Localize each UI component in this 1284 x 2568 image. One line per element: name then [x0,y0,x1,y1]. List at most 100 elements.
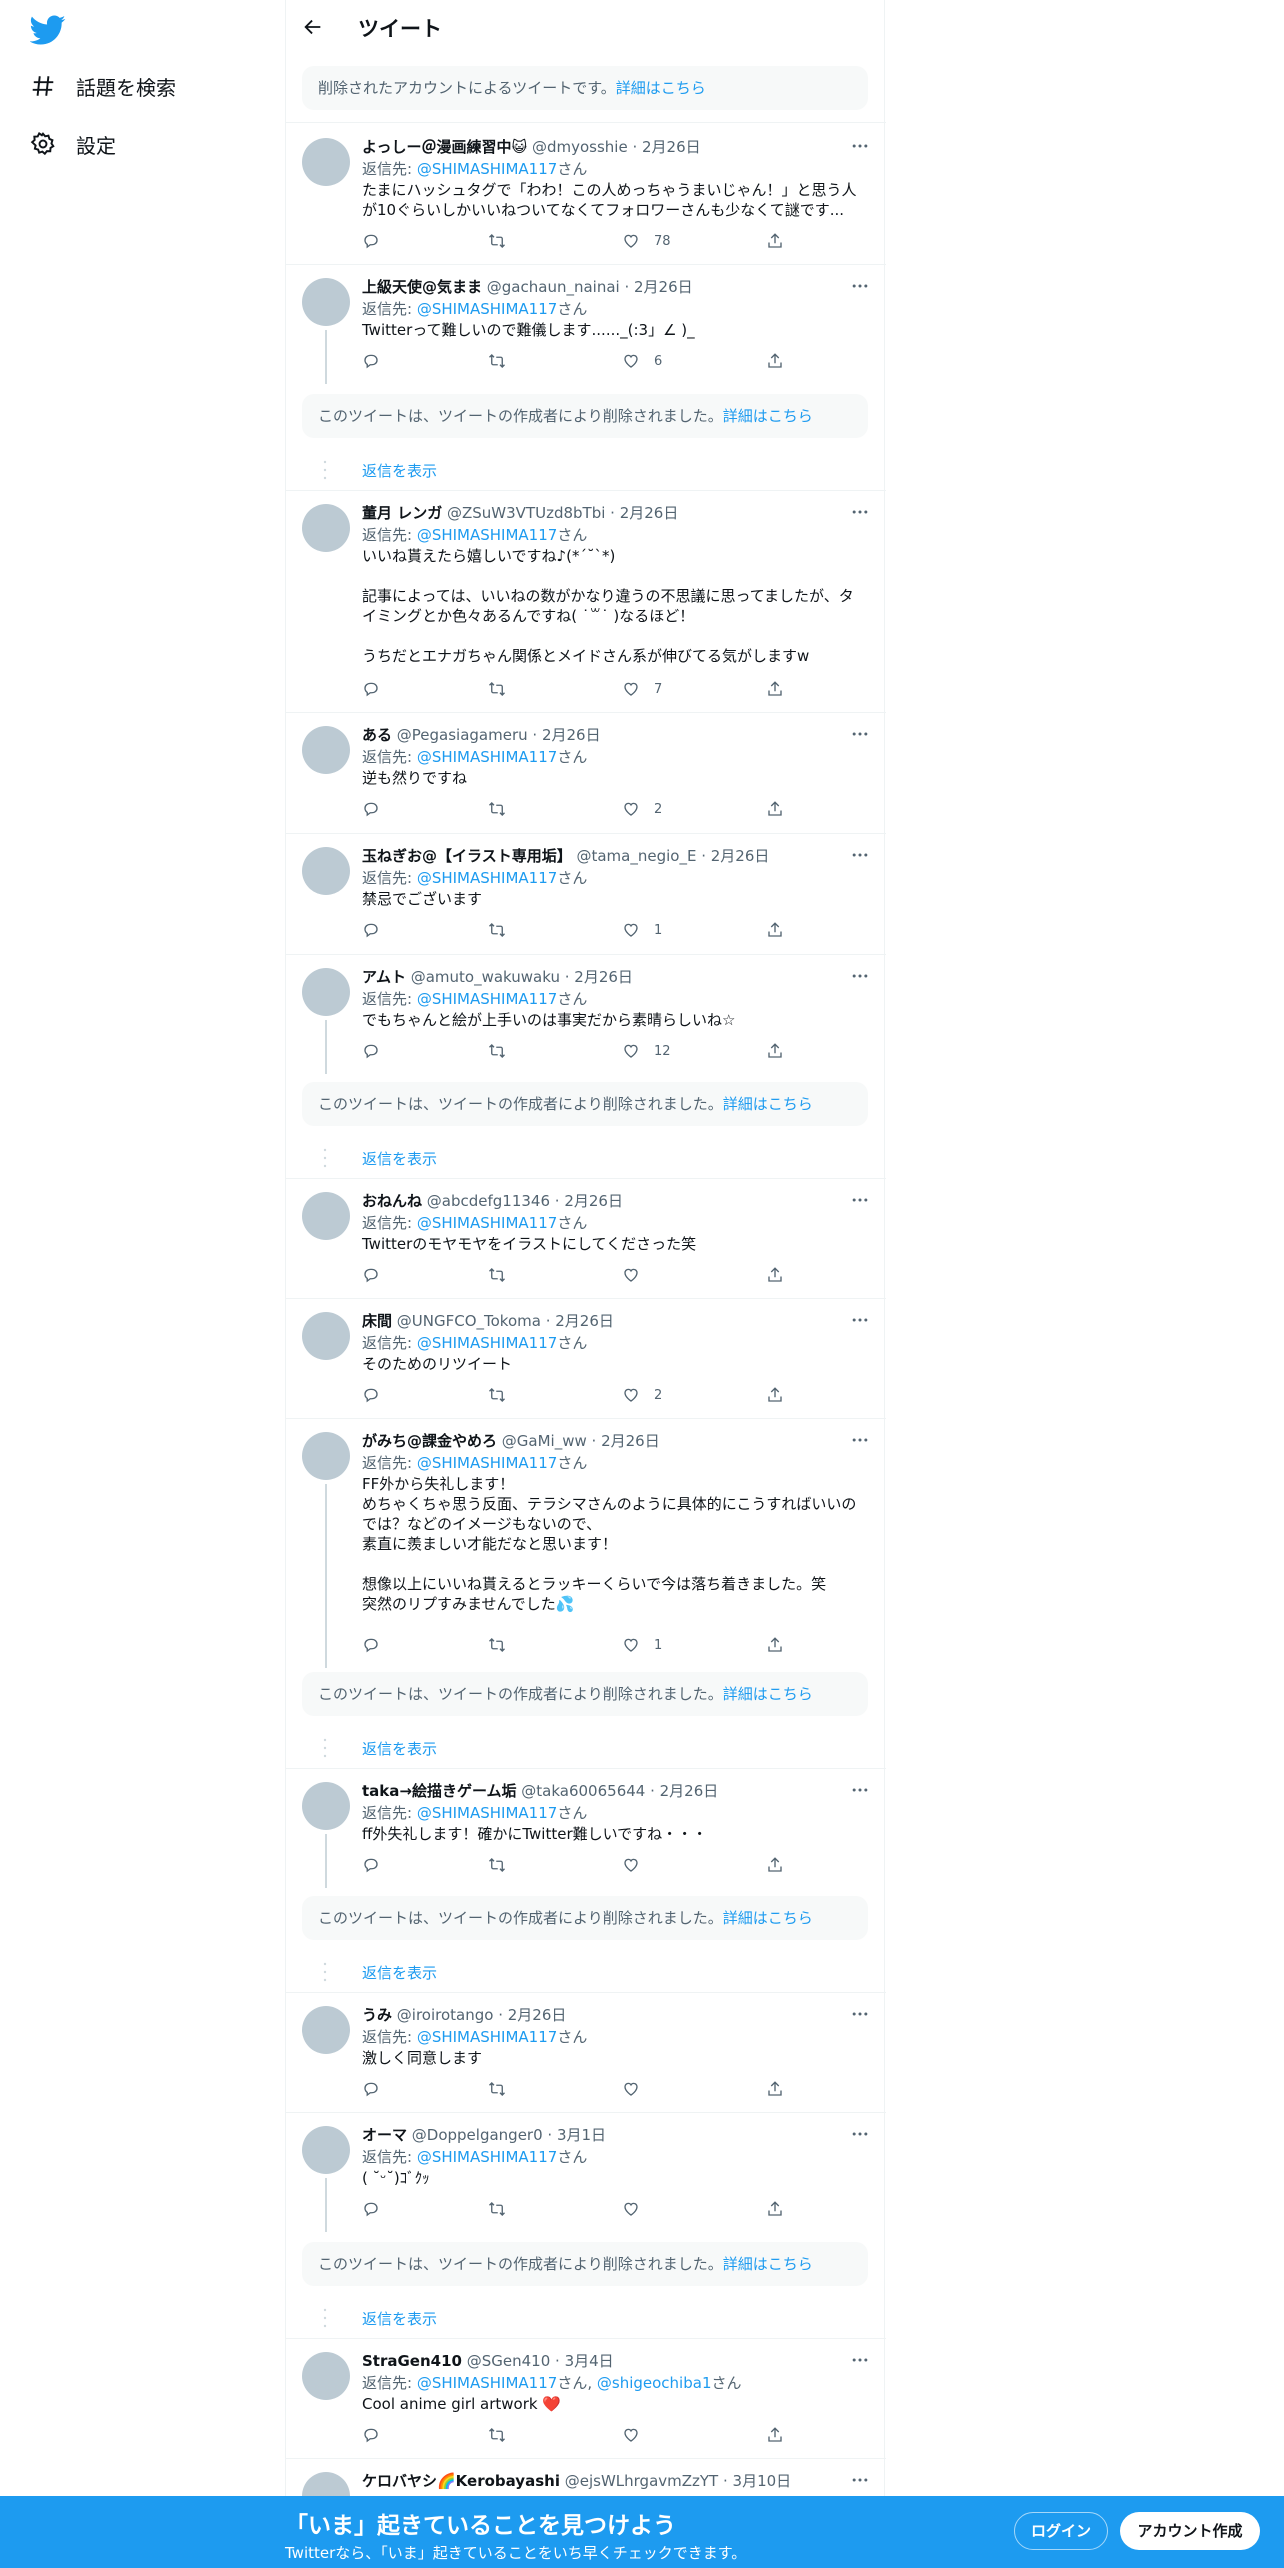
reply-to-link[interactable]: @SHIMASHIMA117 [417,990,558,1008]
share-button[interactable] [766,1634,784,1656]
author-name[interactable]: よっしー＠漫画練習中😺 [362,138,527,156]
sidebar-item-explore[interactable]: 話題を検索 [30,66,176,106]
reply-to-link[interactable]: @SHIMASHIMA117 [417,2148,558,2166]
tweet[interactable]: taka→絵描きゲーム垢 @taka60065644 · 2月26日 返信先: @… [286,1768,886,1888]
retweet-button[interactable] [488,350,506,372]
learn-more-link[interactable]: 詳細はこちら [723,407,813,425]
tweet[interactable]: ある @Pegasiagameru · 2月26日 返信先: @SHIMASHIM… [286,712,886,833]
reply-button[interactable] [362,1264,380,1286]
back-arrow-icon[interactable] [302,16,324,38]
retweet-button[interactable] [488,1040,506,1062]
avatar[interactable] [302,504,350,552]
author-name[interactable]: 床間 [362,1312,392,1330]
retweet-button[interactable] [488,798,506,820]
tweet-date[interactable]: 3月10日 [733,2472,792,2490]
reply-button[interactable] [362,798,380,820]
login-button[interactable]: ログイン [1014,2512,1108,2550]
share-button[interactable] [766,350,784,372]
tweet-date[interactable]: 2月26日 [601,1432,660,1450]
avatar[interactable] [302,726,350,774]
show-replies-label[interactable]: 返信を表示 [362,1962,437,1983]
reply-button[interactable] [362,230,380,252]
reply-button[interactable] [362,919,380,941]
more-options-icon[interactable] [850,1430,870,1450]
like-button[interactable] [622,2198,640,2220]
avatar[interactable] [302,2006,350,2054]
avatar[interactable] [302,847,350,895]
show-replies[interactable]: 返信を表示 [286,2298,886,2338]
show-replies[interactable]: 返信を表示 [286,1728,886,1768]
reply-button[interactable] [362,678,380,700]
author-name[interactable]: 上級天使@気まま [362,278,482,296]
like-button[interactable]: 12 [622,1040,671,1062]
retweet-button[interactable] [488,2078,506,2100]
share-button[interactable] [766,1040,784,1062]
author-name[interactable]: うみ [362,2006,392,2024]
share-button[interactable] [766,919,784,941]
like-button[interactable]: 6 [622,350,662,372]
avatar[interactable] [302,2352,350,2400]
tweet[interactable]: 玉ねぎお@【イラスト専用垢】 @tama_negio_E · 2月26日 返信先:… [286,833,886,954]
show-replies-label[interactable]: 返信を表示 [362,460,437,481]
avatar[interactable] [302,968,350,1016]
tweet-date[interactable]: 2月26日 [660,1782,719,1800]
share-button[interactable] [766,2424,784,2446]
retweet-button[interactable] [488,1264,506,1286]
author-name[interactable]: StraGen410 [362,2352,462,2370]
like-button[interactable]: 78 [622,230,671,252]
retweet-button[interactable] [488,678,506,700]
learn-more-link[interactable]: 詳細はこちら [723,1685,813,1703]
reply-to-link[interactable]: @SHIMASHIMA117 [417,1214,558,1232]
tweet-date[interactable]: 2月26日 [564,1192,623,1210]
learn-more-link[interactable]: 詳細はこちら [723,1095,813,1113]
sidebar-item-settings[interactable]: 設定 [30,124,116,164]
learn-more-link[interactable]: 詳細はこちら [723,1909,813,1927]
tweet-date[interactable]: 2月26日 [711,847,770,865]
reply-to-link[interactable]: @SHIMASHIMA117 [417,1454,558,1472]
more-options-icon[interactable] [850,502,870,522]
like-button[interactable] [622,2424,640,2446]
tweet[interactable]: がみち@課金やめろ @GaMi_ww · 2月26日 返信先: @SHIMASHI… [286,1418,886,1668]
reply-to-link[interactable]: @SHIMASHIMA117 [417,1804,558,1822]
more-options-icon[interactable] [850,724,870,744]
tweet[interactable]: 董月 レンガ @ZSuW3VTUzd8bTbi · 2月26日 返信先: @SHI… [286,490,886,712]
author-name[interactable]: オーマ [362,2126,407,2144]
retweet-button[interactable] [488,230,506,252]
like-button[interactable]: 2 [622,1384,662,1406]
like-button[interactable]: 2 [622,798,662,820]
reply-to-link[interactable]: @SHIMASHIMA117 [417,160,558,178]
more-options-icon[interactable] [850,2470,870,2490]
share-button[interactable] [766,678,784,700]
tweet-date[interactable]: 2月26日 [574,968,633,986]
like-button[interactable] [622,1854,640,1876]
avatar[interactable] [302,278,350,326]
learn-more-link[interactable]: 詳細はこちら [723,2255,813,2273]
retweet-button[interactable] [488,2424,506,2446]
show-replies[interactable]: 返信を表示 [286,450,886,490]
reply-to-link[interactable]: @SHIMASHIMA117 [417,1334,558,1352]
more-options-icon[interactable] [850,1190,870,1210]
more-options-icon[interactable] [850,276,870,296]
share-button[interactable] [766,1854,784,1876]
reply-to-link[interactable]: @SHIMASHIMA117 [417,526,558,544]
more-options-icon[interactable] [850,2124,870,2144]
tweet[interactable]: よっしー＠漫画練習中😺 @dmyosshie · 2月26日 返信先: @SHIM… [286,124,886,264]
tweet-date[interactable]: 2月26日 [620,504,679,522]
more-options-icon[interactable] [850,136,870,156]
reply-button[interactable] [362,1634,380,1656]
tweet[interactable]: オーマ @Doppelganger0 · 3月1日 返信先: @SHIMASHIM… [286,2112,886,2232]
retweet-button[interactable] [488,1634,506,1656]
author-name[interactable]: がみち@課金やめろ [362,1432,497,1450]
show-replies[interactable]: 返信を表示 [286,1952,886,1992]
reply-to-link[interactable]: @SHIMASHIMA117 [417,748,558,766]
reply-button[interactable] [362,1040,380,1062]
retweet-button[interactable] [488,1384,506,1406]
tweet-date[interactable]: 2月26日 [642,138,701,156]
show-replies[interactable]: 返信を表示 [286,1138,886,1178]
author-name[interactable]: ある [362,726,392,744]
share-button[interactable] [766,798,784,820]
reply-button[interactable] [362,2078,380,2100]
avatar[interactable] [302,1192,350,1240]
tweet[interactable]: 床間 @UNGFCO_Tokoma · 2月26日 返信先: @SHIMASHIM… [286,1298,886,1418]
more-options-icon[interactable] [850,1310,870,1330]
